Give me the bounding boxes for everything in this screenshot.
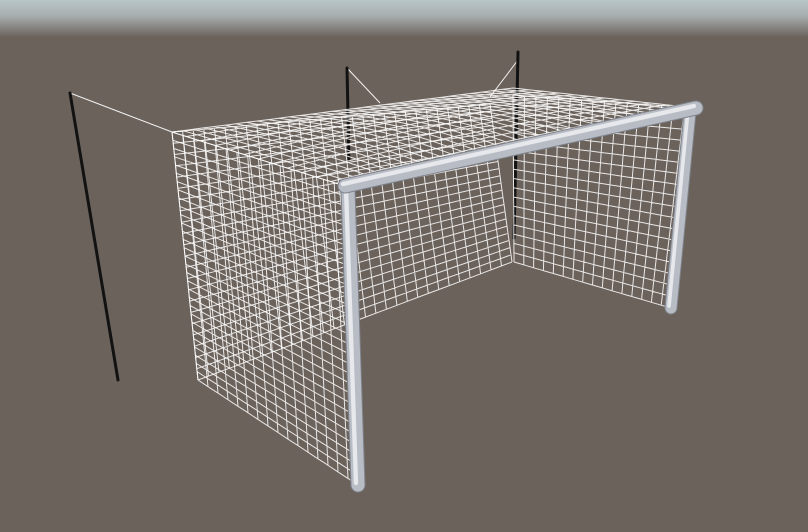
background — [0, 0, 808, 532]
scene-viewport — [0, 0, 808, 532]
goal-scene — [0, 0, 808, 532]
